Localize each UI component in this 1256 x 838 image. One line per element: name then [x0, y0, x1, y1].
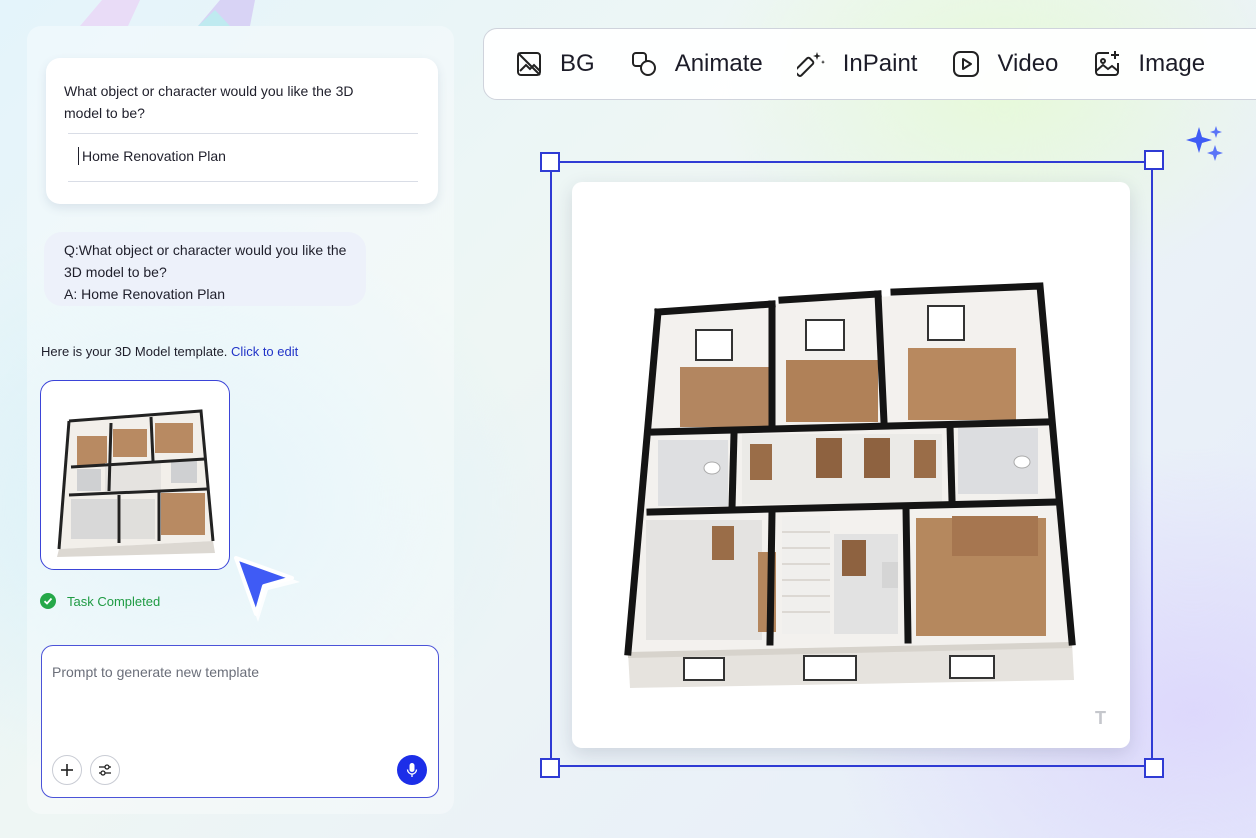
image-tool-label: Image	[1138, 50, 1206, 77]
video-tool-button[interactable]: Video	[951, 49, 1058, 79]
resize-handle-top-left[interactable]	[540, 152, 560, 172]
ai-sparkle-icon	[1186, 126, 1223, 161]
selection-frame[interactable]	[550, 161, 1153, 767]
click-to-edit-link[interactable]: Click to edit	[231, 344, 298, 359]
task-status-text: Task Completed	[67, 593, 161, 609]
divider	[68, 133, 418, 134]
video-tool-label: Video	[997, 50, 1059, 77]
question-card: What object or character would you like …	[46, 58, 438, 204]
image-tool-button[interactable]: Image	[1092, 49, 1205, 79]
decorative-shapes	[80, 0, 255, 26]
play-video-icon	[953, 51, 980, 77]
voice-input-button[interactable]	[397, 755, 427, 785]
inpaint-tool-label: InPaint	[842, 50, 918, 77]
resize-handle-bottom-right[interactable]	[1144, 758, 1164, 778]
bg-tool-label: BG	[560, 50, 595, 77]
summary-answer: A: Home Renovation Plan	[64, 286, 226, 302]
divider	[68, 181, 418, 182]
resize-handle-top-right[interactable]	[1144, 150, 1164, 170]
task-status: Task Completed	[40, 593, 160, 609]
remove-bg-icon	[517, 52, 541, 76]
microphone-icon	[406, 763, 418, 777]
template-thumbnail[interactable]	[40, 380, 230, 570]
resize-handle-bottom-left[interactable]	[540, 758, 560, 778]
animate-tool-label: Animate	[674, 50, 763, 77]
magic-wand-icon	[796, 52, 825, 77]
template-message: Here is your 3D Model template. Click to…	[41, 344, 298, 359]
pointer-cursor-icon	[234, 556, 300, 622]
settings-sliders-button[interactable]	[90, 755, 120, 785]
animate-icon	[631, 52, 656, 76]
add-image-icon	[1095, 51, 1120, 76]
summary-question: Q:What object or character would you lik…	[64, 242, 347, 280]
template-message-text: Here is your 3D Model template.	[41, 344, 228, 359]
summary-bubble: Q:What object or character would you lik…	[44, 232, 366, 306]
animate-tool-button[interactable]: Animate	[629, 49, 763, 79]
inpaint-tool-button[interactable]: InPaint	[796, 49, 918, 79]
prompt-box	[41, 645, 439, 798]
floor-plan-thumbnail-image	[57, 409, 215, 557]
question-text: What object or character would you like …	[64, 83, 354, 121]
sliders-icon	[99, 764, 111, 776]
check-circle-icon	[40, 593, 56, 609]
plus-icon	[61, 764, 73, 776]
add-attachment-button[interactable]	[52, 755, 82, 785]
prompt-input[interactable]	[52, 664, 422, 734]
answer-input[interactable]: Home Renovation Plan	[78, 147, 226, 165]
bg-tool-button[interactable]: BG	[514, 49, 595, 79]
editing-toolbar: BG Animate InPaint Video Image	[483, 28, 1256, 100]
